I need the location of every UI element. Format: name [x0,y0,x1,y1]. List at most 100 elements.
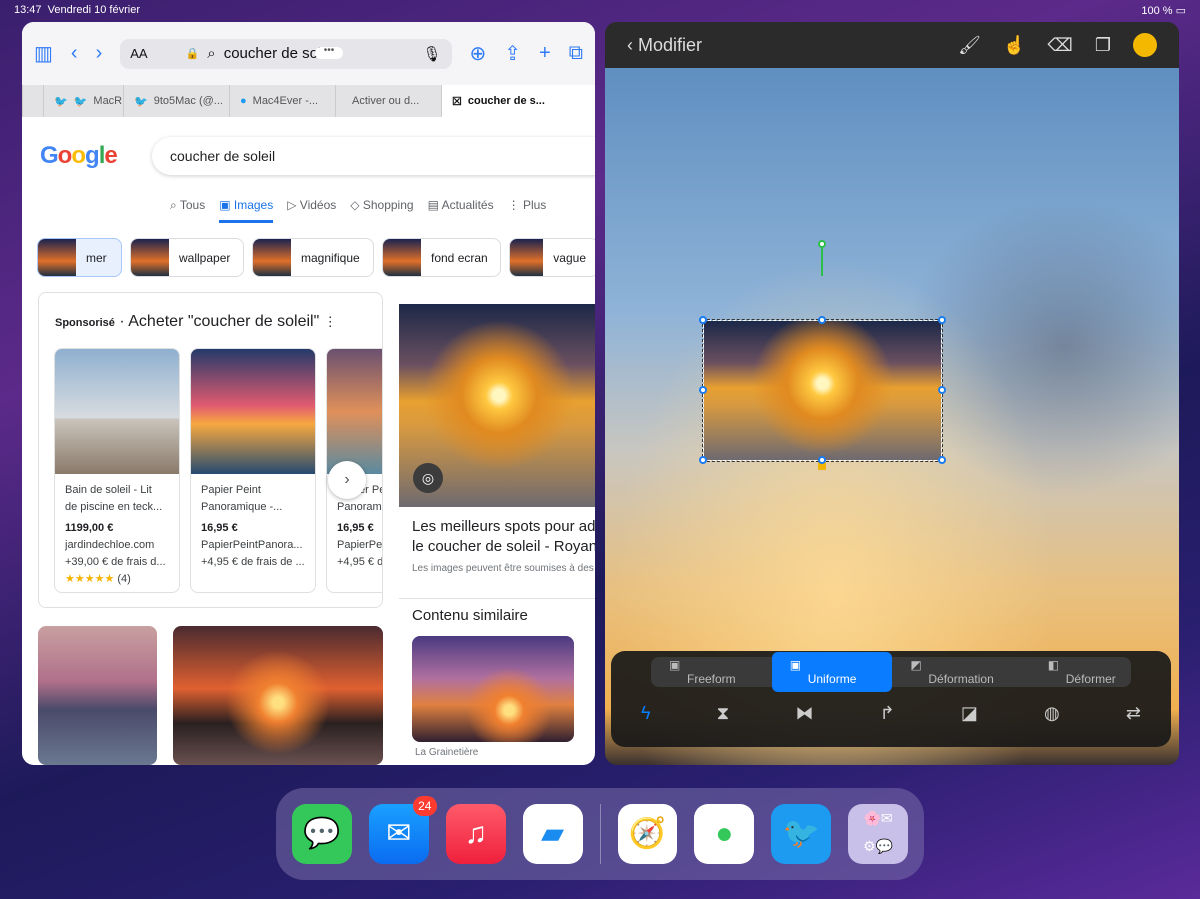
resize-handle[interactable] [818,456,826,464]
resize-handle[interactable] [938,386,946,394]
chip-magnifique[interactable]: magnifique [252,238,374,277]
back-icon[interactable]: ‹ [71,42,78,65]
nav-shopping[interactable]: ◇ Shopping [350,198,413,223]
time: 13:47 [14,4,42,16]
apple-drop-icon: ● [240,95,247,107]
music-app[interactable]: ♫ [445,804,506,864]
product-card[interactable]: Papier Pe Panoram 16,95 € PapierPe +4,95 € … [326,348,382,593]
download-icon[interactable]: ⊕ [470,41,487,66]
tabs-icon[interactable]: ⧉ [569,42,583,65]
procreate-window: ‹ Modifier 🖌 ☝ ⌫ ❐ ▣ Freeform ▣ Uniforme… [605,22,1179,765]
source-label: La Grainetière [415,747,479,758]
rotate-handle[interactable] [818,240,826,248]
battery-percent: 100 % [1141,5,1173,17]
mail-app[interactable]: ✉ 24 [368,796,437,864]
selected-image[interactable] [702,319,943,462]
rating-stars: ★★★★★ [65,573,115,585]
chip-vague[interactable]: vague [509,238,595,277]
google-logo[interactable]: Google [40,142,118,170]
date: Vendredi 10 février [47,4,140,16]
reader-aa[interactable]: AA [130,46,147,61]
nav-videos[interactable]: ▷ Vidéos [287,198,336,223]
layers-icon[interactable]: ❐ [1095,35,1111,56]
smudge-icon[interactable]: ☝ [1003,35,1025,56]
mode-freeform[interactable]: ▣ Freeform [651,652,772,692]
flip-vertical-icon[interactable]: ⧓ [795,703,813,724]
similar-heading: Contenu similaire [412,607,528,624]
mode-uniforme[interactable]: ▣ Uniforme [771,652,893,692]
sidebar-icon[interactable]: ▥ [34,41,53,66]
chip-wallpaper[interactable]: wallpaper [130,238,244,277]
suggestion-chips: mer wallpaper magnifique fond ecran vagu… [37,238,595,277]
tab-mac4ever[interactable]: ● Mac4Ever -... [229,85,335,117]
app-library-folder[interactable]: 🌸✉ ⚙💬 [848,804,908,864]
resize-handle[interactable] [699,316,707,324]
image-result[interactable] [38,626,157,765]
snapping-icon[interactable]: ϟ [641,703,651,724]
chip-mer[interactable]: mer [37,238,122,277]
nav-actualites[interactable]: ▤ Actualités [428,198,494,223]
resize-handle[interactable] [818,316,826,324]
lock-icon: 🔒 [185,48,200,60]
image-result[interactable] [173,626,383,765]
product-card[interactable]: Papier Peint Panoramique -... 16,95 € Papi… [190,348,316,593]
dock: 💬 ✉ 24 ♫ ▰ 🧭 ● 🐦 🌸✉ ⚙💬 [276,788,924,880]
sponsored-shopping: Sponsorisé · Acheter "coucher de soleil"… [38,292,383,608]
google-nav: ⌕ Tous ▣ Images ▷ Vidéos ◇ Shopping ▤ Ac… [170,198,546,223]
result-title[interactable]: Les meilleurs spots pour ad [399,507,595,537]
forward-icon[interactable]: › [96,42,103,65]
image-result[interactable] [412,636,574,742]
next-products-button[interactable]: › [328,461,366,499]
product-card[interactable]: Bain de soleil - Lit de piscine en teck..… [54,348,180,593]
microphone-icon[interactable]: 🎙 [422,45,441,63]
search-icon: ⌕ [207,45,216,62]
twitter-app[interactable]: 🐦 [771,804,832,864]
tab-bar: 🐦 🐦 MacR 🐦 9to5Mac (@... ● Mac4Ever -... Act… [22,85,595,117]
result-note: Les images peuvent être soumises à des [412,563,594,574]
resize-handle[interactable] [699,456,707,464]
messages-app[interactable]: 💬 [292,804,352,864]
address-bar[interactable]: AA 🔒 ⌕ coucher de soleil 🎙 [120,38,452,69]
reset-icon[interactable]: ⇄ [1126,703,1141,724]
twitter-icon: 🐦 [134,95,148,108]
lens-icon[interactable]: ◎ [413,463,443,493]
tab-coucher-de-soleil[interactable]: ☒ coucher de s... [441,85,595,117]
tab-twitter[interactable]: 🐦 🐦 MacR [43,85,123,117]
nav-plus[interactable]: ⋮ Plus [508,198,547,223]
whatsapp-app[interactable]: ● [694,804,755,864]
nav-images[interactable]: ▣ Images [219,198,274,223]
interpolation-icon[interactable]: ◍ [1044,703,1060,724]
mail-badge: 24 [412,796,437,816]
status-bar: 13:47 Vendredi 10 février 100 % ▭ [0,0,1200,20]
files-app[interactable]: ▰ [522,804,583,864]
safari-app[interactable]: 🧭 [617,804,678,864]
color-picker[interactable] [1133,33,1157,57]
google-search-input[interactable]: coucher de soleil [152,137,595,175]
flip-horizontal-icon[interactable]: ⧗ [717,703,730,724]
tab-blank[interactable] [22,85,43,117]
multitasking-handle[interactable]: ••• [315,46,343,59]
tab-apple[interactable]: Activer ou d... [335,85,441,117]
mode-deformer[interactable]: ◧ Déformer [1030,652,1152,692]
resize-handle[interactable] [699,386,707,394]
chip-fond-ecran[interactable]: fond ecran [382,238,501,277]
nav-tous[interactable]: ⌕ Tous [170,198,205,223]
eraser-icon[interactable]: ⌫ [1047,35,1072,56]
mode-deformation[interactable]: ◩ Déformation [892,652,1029,692]
close-tab-icon[interactable]: ☒ [452,95,462,108]
twitter-icon: 🐦 [54,95,68,108]
tab-9to5mac[interactable]: 🐦 9to5Mac (@... [123,85,229,117]
battery-icon: ▭ [1175,5,1186,17]
share-icon[interactable]: ⇪ [504,41,521,66]
more-icon[interactable]: ⋮ [324,314,337,329]
brush-icon[interactable]: 🖌 [958,35,981,56]
resize-handle[interactable] [938,316,946,324]
safari-window: ▥ ‹ › AA 🔒 ⌕ coucher de soleil 🎙 ⊕ ⇪ + ⧉… [22,22,595,765]
rotate-45-icon[interactable]: ↱ [880,703,895,724]
back-button[interactable]: ‹ Modifier [627,35,702,56]
fit-screen-icon[interactable]: ◪ [961,703,978,724]
image-result[interactable]: ◎ Les meilleurs spots pour ad le coucher… [399,304,595,594]
sponsored-title: · Acheter "coucher de soleil" [119,313,320,330]
resize-handle[interactable] [938,456,946,464]
new-tab-icon[interactable]: + [539,42,551,65]
